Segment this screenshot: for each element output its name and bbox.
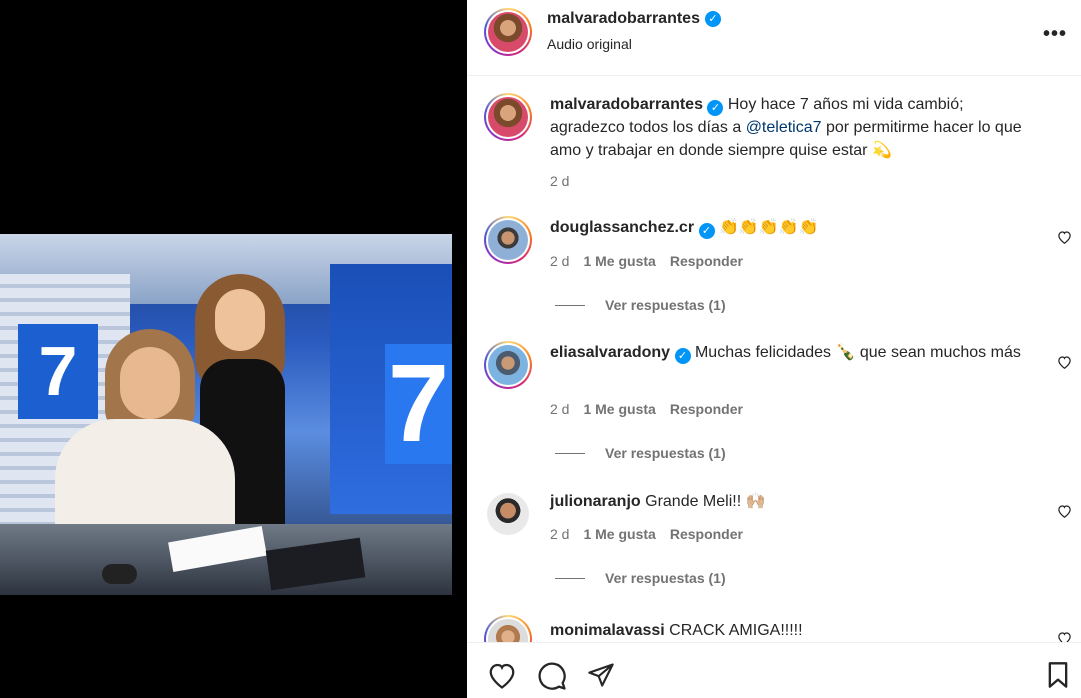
comment-body: Muchas felicidades 🍾 que sean muchos más: [690, 344, 1021, 361]
comment-body: CRACK AMIGA!!!!!: [664, 622, 803, 639]
view-replies-button[interactable]: Ver respuestas (1): [555, 297, 726, 313]
comment-avatar[interactable]: [484, 216, 532, 264]
comment-avatar[interactable]: [484, 615, 532, 642]
heart-icon[interactable]: [1057, 504, 1072, 522]
reply-button[interactable]: Responder: [670, 526, 743, 542]
bookmark-icon[interactable]: [1045, 661, 1071, 694]
comment-username[interactable]: douglassanchez.cr: [550, 219, 694, 236]
comment-text: eliasalvaradony ✓ Muchas felicidades 🍾 q…: [550, 341, 1030, 364]
replies-divider: [555, 304, 585, 306]
post-header: malvaradobarrantes ✓ Audio original •••: [467, 0, 1081, 76]
comment-text: julionaranjo Grande Meli!! 🙌🏼: [550, 490, 1030, 513]
reply-button[interactable]: Responder: [670, 401, 743, 417]
comment-likes[interactable]: 1 Me gusta: [583, 401, 655, 417]
comment-likes[interactable]: 1 Me gusta: [583, 253, 655, 269]
view-replies-button[interactable]: Ver respuestas (1): [555, 570, 726, 586]
replies-divider: [555, 577, 585, 579]
media-area: 7 7: [0, 0, 467, 698]
comment-meta: 2 d 1 Me gusta Responder: [550, 401, 743, 417]
reply-button[interactable]: Responder: [670, 253, 743, 269]
replies-divider: [555, 452, 585, 454]
comment-meta: 2 d 1 Me gusta Responder: [550, 253, 743, 269]
audio-label[interactable]: Audio original: [547, 36, 632, 52]
caption-username[interactable]: malvaradobarrantes: [550, 96, 703, 113]
verified-icon: ✓: [707, 100, 724, 116]
heart-icon[interactable]: [1057, 230, 1072, 248]
author-avatar[interactable]: [484, 8, 532, 56]
post-photo[interactable]: 7 7: [0, 234, 452, 595]
share-icon[interactable]: [587, 661, 615, 694]
comment-text: douglassanchez.cr ✓ 👏👏👏👏👏: [550, 216, 1030, 239]
comment-time[interactable]: 2 d: [550, 526, 569, 542]
instagram-post-view: 7 7 malvaradobarrantes ✓ Audio original …: [0, 0, 1081, 698]
comment-time[interactable]: 2 d: [550, 401, 569, 417]
view-replies-label: Ver respuestas (1): [605, 297, 726, 313]
caption-mention[interactable]: @teletica7: [746, 119, 822, 136]
comment-avatar[interactable]: [484, 341, 532, 389]
comment-username[interactable]: monimalavassi: [550, 622, 665, 639]
comment-text: monimalavassi CRACK AMIGA!!!!!: [550, 619, 1030, 642]
verified-icon: ✓: [698, 223, 715, 239]
more-icon[interactable]: •••: [1043, 23, 1067, 46]
comment-username[interactable]: eliasalvaradony: [550, 344, 670, 361]
comment-body: Grande Meli!! 🙌🏼: [640, 493, 766, 510]
post-side-panel: malvaradobarrantes ✓ Audio original ••• …: [467, 0, 1081, 698]
verified-icon: ✓: [704, 11, 721, 27]
heart-icon[interactable]: [1057, 631, 1072, 642]
view-replies-button[interactable]: Ver respuestas (1): [555, 445, 726, 461]
heart-icon[interactable]: [487, 661, 517, 694]
comment-avatar[interactable]: [487, 493, 529, 535]
action-bar: [467, 642, 1081, 698]
comment-likes[interactable]: 1 Me gusta: [583, 526, 655, 542]
view-replies-label: Ver respuestas (1): [605, 570, 726, 586]
photo-mouse: [102, 564, 137, 584]
comment-time[interactable]: 2 d: [550, 253, 569, 269]
caption-meta: 2 d: [550, 173, 569, 189]
caption-text: malvaradobarrantes ✓ Hoy hace 7 años mi …: [550, 93, 1030, 162]
view-replies-label: Ver respuestas (1): [605, 445, 726, 461]
heart-icon[interactable]: [1057, 355, 1072, 373]
comment-body: 👏👏👏👏👏: [714, 219, 819, 236]
caption-avatar[interactable]: [484, 93, 532, 141]
comment-username[interactable]: julionaranjo: [550, 493, 641, 510]
author-username[interactable]: malvaradobarrantes: [547, 10, 700, 28]
comments-list: malvaradobarrantes ✓ Hoy hace 7 años mi …: [467, 77, 1081, 642]
author-username-row: malvaradobarrantes ✓: [547, 10, 721, 28]
photo-screen-seven: 7: [385, 344, 452, 464]
comment-meta: 2 d 1 Me gusta Responder: [550, 526, 743, 542]
verified-icon: ✓: [674, 348, 691, 364]
comment-icon[interactable]: [537, 661, 567, 696]
caption-time[interactable]: 2 d: [550, 173, 569, 189]
